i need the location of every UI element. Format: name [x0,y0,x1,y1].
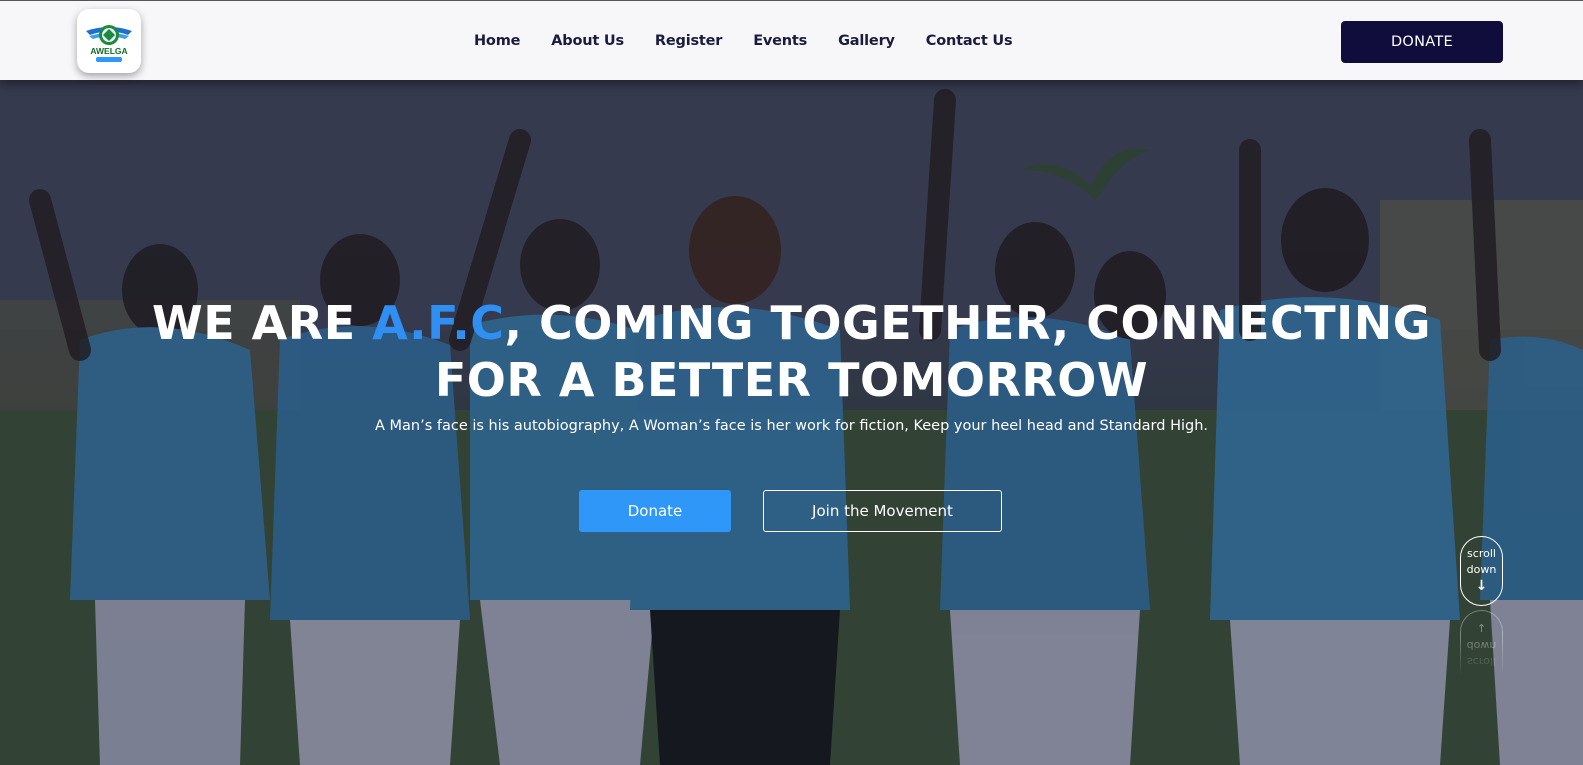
headline-accent: A.F.C [372,296,505,350]
nav-register[interactable]: Register [655,30,722,52]
nav-home[interactable]: Home [474,30,520,52]
main-nav: Home About Us Register Events Gallery Co… [474,30,1043,52]
awelga-logo-emblem: AWELGA [86,25,132,62]
site-header: AWELGA Home About Us Register Events Gal… [0,0,1583,80]
nav-about-us[interactable]: About Us [551,30,624,52]
hero-donate-button[interactable]: Donate [579,490,731,532]
hero-headline: WE ARE A.F.C, COMING TOGETHER, CONNECTIN… [0,295,1583,409]
arrow-up-icon: ↑ [1476,622,1487,635]
scroll-down-button[interactable]: scroll down ↓ [1460,536,1503,606]
arrow-down-icon: ↓ [1475,578,1488,594]
hero-section: WE ARE A.F.C, COMING TOGETHER, CONNECTIN… [0,80,1583,765]
scroll-reflection-label-2: scroll [1467,655,1496,668]
scroll-label-1: scroll [1467,547,1496,560]
nav-events[interactable]: Events [753,30,807,52]
headline-suffix: , COMING TOGETHER, CONNECTING [504,296,1431,350]
headline-line2: FOR A BETTER TOMORROW [434,353,1149,407]
site-logo[interactable]: AWELGA [77,9,141,73]
nav-contact-us[interactable]: Contact Us [926,30,1013,52]
nav-gallery[interactable]: Gallery [838,30,895,52]
join-movement-button[interactable]: Join the Movement [763,490,1002,532]
hero-subheadline: A Man’s face is his autobiography, A Wom… [374,418,1209,434]
headline-prefix: WE ARE [152,296,373,350]
scroll-label-2: down [1466,563,1497,576]
scroll-reflection: ↑ down scroll [1460,610,1503,676]
header-donate-button[interactable]: DONATE [1341,21,1503,63]
scroll-reflection-label-1: down [1466,639,1497,652]
svg-text:AWELGA: AWELGA [90,46,127,56]
